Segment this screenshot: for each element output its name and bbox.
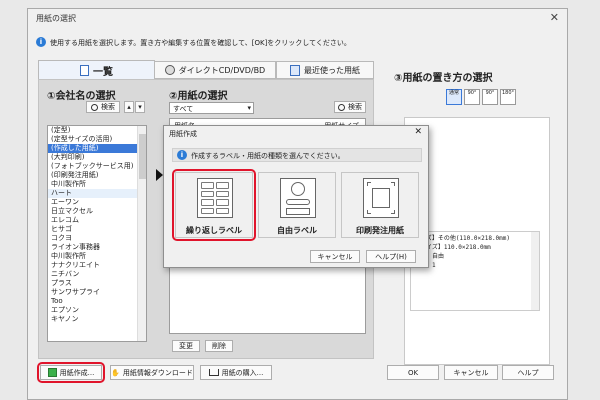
company-list-item[interactable]: (印刷発注用紙) bbox=[48, 171, 146, 180]
tab-list[interactable]: 一覧 bbox=[38, 60, 155, 80]
window-info-text: 使用する用紙を選択します。置き方や編集する位置を確認して、[OK]をクリックして… bbox=[50, 39, 351, 47]
scroll-down-button[interactable]: ▾ bbox=[135, 101, 145, 113]
company-list-item[interactable]: キヤノン bbox=[48, 315, 146, 324]
buy-paper-button[interactable]: 用紙の購入... bbox=[200, 365, 272, 380]
create-paper-dialog: 用紙作成 ✕ i 作成するラベル・用紙の種類を選んでください。 繰り返しラベル … bbox=[163, 125, 429, 268]
print-order-text: 印刷発注用紙 bbox=[356, 226, 404, 235]
orientation-180-option[interactable]: 180° bbox=[500, 89, 516, 105]
company-search-button[interactable]: 検索 bbox=[86, 101, 120, 113]
dialog-help-button[interactable]: ヘルプ(H) bbox=[366, 250, 416, 263]
company-list-item[interactable]: エレコム bbox=[48, 216, 146, 225]
company-list-item[interactable]: ナナクリエイト bbox=[48, 261, 146, 270]
orientation-rotate-left-option[interactable]: 90° bbox=[464, 89, 480, 105]
company-list-item[interactable]: ライオン事務器 bbox=[48, 243, 146, 252]
dialog-cancel-button[interactable]: キャンセル bbox=[310, 250, 360, 263]
cancel-button[interactable]: キャンセル bbox=[444, 365, 498, 380]
paper-edit-button[interactable]: 変更 bbox=[172, 340, 200, 352]
free-label-icon bbox=[280, 178, 316, 218]
company-list-item[interactable]: ニチバン bbox=[48, 270, 146, 279]
orientation-normal-option[interactable]: 通常 bbox=[446, 89, 462, 105]
details-scrollbar[interactable] bbox=[531, 232, 539, 310]
chevron-down-icon: ▾ bbox=[247, 104, 251, 112]
company-list-item[interactable]: エプソン bbox=[48, 306, 146, 315]
search-icon bbox=[338, 103, 345, 111]
orientation-rotate-right-option[interactable]: 90° bbox=[482, 89, 498, 105]
arrow-icon bbox=[156, 169, 163, 181]
company-list[interactable]: (定型) (定型サイズの活用) (作成した用紙) (大判印刷) (フォトブックサービス用… bbox=[47, 125, 147, 342]
company-list-item[interactable]: 中川製作所 bbox=[48, 252, 146, 261]
recent-icon bbox=[290, 64, 300, 76]
create-paper-highlight bbox=[37, 362, 105, 383]
company-list-item[interactable]: (定型) bbox=[48, 126, 146, 135]
tab-direct-cd-label: ダイレクトCD/DVD/BD bbox=[178, 65, 266, 75]
company-list-item[interactable]: 日立マクセル bbox=[48, 207, 146, 216]
paper-delete-label: 削除 bbox=[212, 342, 226, 350]
paper-heading: ②用紙の選択 bbox=[169, 91, 228, 102]
scroll-up-button[interactable]: ▴ bbox=[124, 101, 134, 113]
placement-detail-line: ルサイズ】110.0×218.0mm bbox=[414, 244, 491, 251]
company-list-item[interactable]: ヒサゴ bbox=[48, 225, 146, 234]
print-order-paper-icon bbox=[363, 178, 399, 218]
search-icon bbox=[91, 103, 98, 111]
download-info-label: 用紙情報ダウンロード bbox=[122, 368, 193, 377]
window-title: 用紙の選択 bbox=[36, 14, 76, 23]
company-search-label: 検索 bbox=[101, 103, 115, 111]
placement-detail-line: 細部】1 bbox=[414, 261, 536, 270]
close-icon[interactable]: ✕ bbox=[550, 11, 559, 24]
placement-heading: ③用紙の置き方の選択 bbox=[394, 73, 493, 84]
ok-label: OK bbox=[407, 368, 419, 377]
company-list-item[interactable]: (大判印刷) bbox=[48, 153, 146, 162]
print-order-option[interactable]: 印刷発注用紙 bbox=[341, 172, 419, 238]
paper-filter-value: すべて bbox=[173, 105, 194, 113]
placement-details: サイズ】その他(110.0×218.0mm) ルサイズ】110.0×218.0mm… bbox=[410, 231, 540, 311]
download-info-button[interactable]: ✋ 用紙情報ダウンロード bbox=[110, 365, 194, 380]
info-icon: i bbox=[36, 37, 46, 47]
company-list-item[interactable]: (フォトブックサービス用) bbox=[48, 162, 146, 171]
document-icon bbox=[80, 65, 89, 76]
paper-edit-label: 変更 bbox=[179, 342, 193, 350]
company-list-item[interactable]: (作成した用紙) bbox=[48, 144, 146, 153]
help-label: ヘルプ bbox=[517, 368, 539, 377]
dialog-close-icon[interactable]: ✕ bbox=[414, 127, 422, 137]
company-list-item[interactable]: ハート bbox=[48, 189, 146, 198]
buy-paper-label: 用紙の購入... bbox=[221, 368, 264, 377]
help-button[interactable]: ヘルプ bbox=[502, 365, 554, 380]
dialog-info-bar: i 作成するラベル・用紙の種類を選んでください。 bbox=[172, 148, 422, 162]
dialog-title: 用紙作成 bbox=[169, 130, 197, 138]
company-list-item[interactable]: コクヨ bbox=[48, 234, 146, 243]
placement-options: 通常 90° 90° 180° bbox=[446, 89, 516, 111]
company-list-scrollbar[interactable] bbox=[137, 126, 146, 341]
company-list-item[interactable]: 中川製作所 bbox=[48, 180, 146, 189]
company-list-item[interactable]: プラス bbox=[48, 279, 146, 288]
tab-list-label: 一覧 bbox=[93, 67, 113, 78]
info-icon: i bbox=[177, 150, 187, 160]
company-list-item[interactable]: サンワサプライ bbox=[48, 288, 146, 297]
repeat-label-highlight bbox=[172, 169, 256, 241]
scrollbar-thumb[interactable] bbox=[139, 134, 146, 179]
dialog-info-text: 作成するラベル・用紙の種類を選んでください。 bbox=[191, 152, 345, 160]
company-list-item[interactable]: Too bbox=[48, 297, 146, 306]
left-margin bbox=[0, 0, 27, 400]
tab-direct-cd[interactable]: ダイレクトCD/DVD/BD bbox=[154, 61, 276, 79]
cart-icon bbox=[208, 369, 219, 376]
free-label-option[interactable]: 自由ラベル bbox=[258, 172, 336, 238]
company-heading: ①会社名の選択 bbox=[47, 91, 116, 102]
disc-icon bbox=[164, 65, 175, 75]
company-list-item[interactable]: エーワン bbox=[48, 198, 146, 207]
cancel-label: キャンセル bbox=[453, 368, 489, 377]
placement-detail-line: 詳細】自由 bbox=[414, 253, 445, 260]
company-list-item[interactable]: (定型サイズの活用) bbox=[48, 135, 146, 144]
ok-button[interactable]: OK bbox=[387, 365, 439, 380]
dialog-help-label: ヘルプ(H) bbox=[375, 252, 407, 261]
hand-icon: ✋ bbox=[111, 368, 120, 377]
paper-search-label: 検索 bbox=[348, 103, 362, 111]
paper-search-button[interactable]: 検索 bbox=[334, 101, 366, 113]
tab-recent[interactable]: 最近使った用紙 bbox=[276, 61, 374, 79]
placement-detail-line: サイズ】その他(110.0×218.0mm) bbox=[414, 235, 511, 242]
paper-filter-select[interactable]: すべて ▾ bbox=[169, 102, 254, 114]
paper-delete-button[interactable]: 削除 bbox=[205, 340, 233, 352]
free-label-text: 自由ラベル bbox=[277, 226, 317, 235]
dialog-cancel-label: キャンセル bbox=[317, 252, 353, 261]
tab-recent-label: 最近使った用紙 bbox=[304, 65, 360, 75]
